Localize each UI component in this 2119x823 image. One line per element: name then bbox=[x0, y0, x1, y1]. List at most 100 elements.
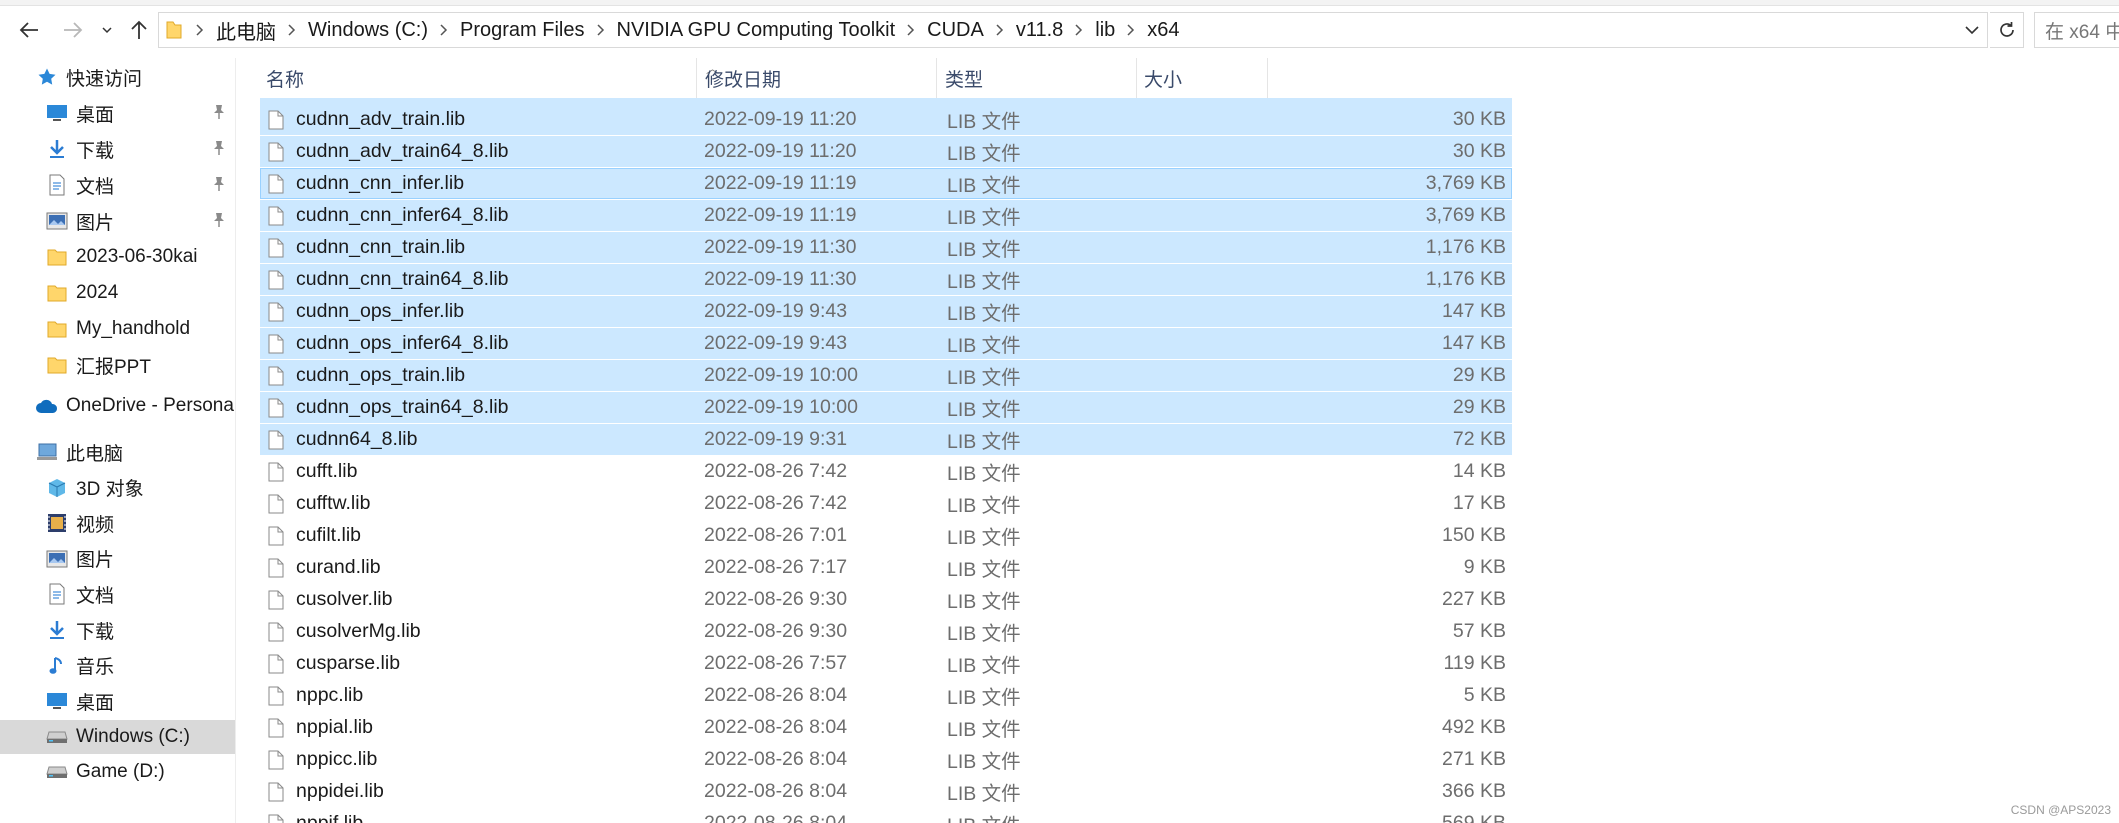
file-row[interactable]: cufftw.lib 2022-08-26 7:42 LIB 文件 17 KB bbox=[260, 488, 1512, 519]
sidebar-item[interactable]: 视频 bbox=[0, 506, 235, 540]
sidebar-item-label: Game (D:) bbox=[76, 761, 165, 783]
drive-icon bbox=[44, 724, 70, 750]
sidebar-item-label: 桌面 bbox=[76, 692, 115, 714]
sidebar-item[interactable]: 2023-06-30kai bbox=[0, 240, 235, 274]
sidebar-item[interactable]: 2024 bbox=[0, 276, 235, 310]
file-row[interactable]: nppif.lib 2022-08-26 8:04 LIB 文件 569 KB bbox=[260, 808, 1512, 823]
sidebar-item[interactable]: 此电脑 bbox=[0, 435, 235, 469]
address-history-button[interactable] bbox=[1957, 13, 1987, 47]
breadcrumb-item[interactable]: x64 bbox=[1142, 19, 1184, 42]
sidebar-item[interactable]: 图片 bbox=[0, 542, 235, 576]
sidebar-item[interactable]: 快速访问 bbox=[0, 60, 235, 94]
pin-icon[interactable] bbox=[212, 140, 226, 162]
sidebar-item[interactable]: 桌面 bbox=[0, 684, 235, 718]
back-button[interactable] bbox=[12, 12, 46, 48]
forward-button[interactable] bbox=[56, 12, 90, 48]
folder-icon bbox=[44, 244, 70, 270]
file-icon bbox=[268, 136, 284, 167]
file-icon bbox=[268, 424, 284, 455]
breadcrumb-separator-icon[interactable] bbox=[989, 24, 1011, 36]
sidebar-item[interactable]: 下载 bbox=[0, 613, 235, 647]
breadcrumb-separator-icon[interactable] bbox=[433, 24, 455, 36]
file-name: cudnn_ops_train.lib bbox=[296, 364, 466, 386]
sidebar-item-label: 文档 bbox=[76, 585, 115, 607]
breadcrumb-separator-icon[interactable] bbox=[281, 24, 303, 36]
column-header-size[interactable]: 大小 bbox=[1137, 58, 1268, 98]
file-row[interactable]: cusolver.lib 2022-08-26 9:30 LIB 文件 227 KB bbox=[260, 584, 1512, 615]
file-row[interactable]: cusolverMg.lib 2022-08-26 9:30 LIB 文件 57 KB bbox=[260, 616, 1512, 647]
file-row[interactable]: nppidei.lib 2022-08-26 8:04 LIB 文件 366 KB bbox=[260, 776, 1512, 807]
column-header-type[interactable]: 类型 bbox=[937, 58, 1137, 98]
file-name: cudnn_ops_infer.lib bbox=[296, 300, 465, 322]
pin-icon[interactable] bbox=[212, 104, 226, 126]
file-row[interactable]: nppial.lib 2022-08-26 8:04 LIB 文件 492 KB bbox=[260, 712, 1512, 743]
column-header-name[interactable]: 名称 bbox=[260, 58, 697, 98]
breadcrumb-item[interactable]: NVIDIA GPU Computing Toolkit bbox=[612, 19, 901, 42]
sidebar-item-label: 图片 bbox=[76, 550, 115, 572]
breadcrumb-item[interactable]: Program Files bbox=[455, 19, 589, 42]
file-row[interactable]: cufilt.lib 2022-08-26 7:01 LIB 文件 150 KB bbox=[260, 520, 1512, 551]
file-row[interactable]: cudnn_ops_train64_8.lib 2022-09-19 10:00 L… bbox=[260, 392, 1512, 423]
file-row[interactable]: cudnn_cnn_train.lib 2022-09-19 11:30 LIB 文… bbox=[260, 232, 1512, 263]
up-arrow-icon bbox=[131, 20, 147, 39]
file-icon bbox=[268, 680, 284, 711]
cloud-icon bbox=[34, 393, 60, 419]
file-row[interactable]: cudnn_cnn_train64_8.lib 2022-09-19 11:30 L… bbox=[260, 264, 1512, 295]
file-icon bbox=[268, 200, 284, 231]
sidebar-item[interactable]: Windows (C:) bbox=[0, 719, 235, 754]
file-date: 2022-08-26 7:42 bbox=[704, 460, 848, 482]
sidebar-item[interactable]: 文档 bbox=[0, 577, 235, 611]
file-row[interactable]: cudnn64_8.lib 2022-09-19 9:31 LIB 文件 72 KB bbox=[260, 424, 1512, 455]
sidebar-item[interactable]: 音乐 bbox=[0, 649, 235, 683]
address-bar[interactable]: 此电脑 Windows (C:) Program Files NVIDIA GPU C… bbox=[158, 12, 1988, 48]
file-row[interactable]: curand.lib 2022-08-26 7:17 LIB 文件 9 KB bbox=[260, 552, 1512, 583]
file-icon bbox=[268, 392, 284, 423]
breadcrumb-separator-icon[interactable] bbox=[1120, 24, 1142, 36]
file-row[interactable]: cudnn_adv_train64_8.lib 2022-09-19 11:20 L… bbox=[260, 136, 1512, 167]
sidebar-item[interactable]: Game (D:) bbox=[0, 755, 235, 789]
breadcrumb-item[interactable]: 此电脑 bbox=[211, 16, 281, 45]
sidebar-item-label: 2023-06-30kai bbox=[76, 246, 198, 267]
file-row[interactable]: cudnn_cnn_infer64_8.lib 2022-09-19 11:19 L… bbox=[260, 200, 1512, 231]
file-row[interactable]: nppicc.lib 2022-08-26 8:04 LIB 文件 271 KB bbox=[260, 744, 1512, 775]
file-row[interactable]: cufft.lib 2022-08-26 7:42 LIB 文件 14 KB bbox=[260, 456, 1512, 487]
file-size: 1,176 KB bbox=[1425, 268, 1506, 290]
breadcrumb-separator-icon[interactable] bbox=[1068, 24, 1090, 36]
sidebar-item[interactable]: 汇报PPT bbox=[0, 348, 235, 382]
file-row[interactable]: cudnn_adv_train.lib 2022-09-19 11:20 LIB 文… bbox=[260, 104, 1512, 135]
breadcrumb-item[interactable]: v11.8 bbox=[1011, 19, 1068, 42]
file-icon bbox=[268, 776, 284, 807]
file-icon bbox=[268, 648, 284, 679]
sidebar-item[interactable]: 3D 对象 bbox=[0, 471, 235, 505]
navigation-pane: 快速访问 桌面 下载 文档 图片 2023-06-30kai 2024 My_handhold… bbox=[0, 58, 235, 823]
breadcrumb-item[interactable]: lib bbox=[1090, 19, 1120, 42]
up-button[interactable] bbox=[122, 12, 156, 48]
sidebar-item[interactable]: My_handhold bbox=[0, 312, 235, 346]
search-input[interactable]: 在 x64 中搜索 bbox=[2034, 12, 2119, 48]
file-row[interactable]: nppc.lib 2022-08-26 8:04 LIB 文件 5 KB bbox=[260, 680, 1512, 711]
file-size: 30 KB bbox=[1452, 108, 1506, 130]
breadcrumb-separator-icon[interactable] bbox=[900, 24, 922, 36]
recent-locations-button[interactable] bbox=[92, 12, 122, 48]
sidebar-item[interactable]: OneDrive - Persona bbox=[0, 389, 235, 423]
sidebar-item[interactable]: 文档 bbox=[0, 168, 235, 202]
refresh-button[interactable] bbox=[1990, 12, 2024, 48]
file-row[interactable]: cudnn_ops_infer64_8.lib 2022-09-19 9:43 LI… bbox=[260, 328, 1512, 359]
file-type: LIB 文件 bbox=[947, 783, 1021, 805]
file-type: LIB 文件 bbox=[947, 175, 1021, 197]
sidebar-item[interactable]: 图片 bbox=[0, 204, 235, 238]
pin-icon[interactable] bbox=[212, 176, 226, 198]
sidebar-item[interactable]: 下载 bbox=[0, 132, 235, 166]
breadcrumb-separator-icon[interactable] bbox=[189, 24, 211, 36]
pin-icon[interactable] bbox=[212, 212, 226, 234]
file-row[interactable]: cudnn_ops_infer.lib 2022-09-19 9:43 LIB 文件… bbox=[260, 296, 1512, 327]
file-row[interactable]: cudnn_ops_train.lib 2022-09-19 10:00 LIB 文… bbox=[260, 360, 1512, 391]
breadcrumb-item[interactable]: Windows (C:) bbox=[303, 19, 433, 42]
sidebar-item[interactable]: 桌面 bbox=[0, 96, 235, 130]
file-row[interactable]: cusparse.lib 2022-08-26 7:57 LIB 文件 119 KB bbox=[260, 648, 1512, 679]
sidebar-item-label: 下载 bbox=[76, 140, 115, 162]
file-row[interactable]: cudnn_cnn_infer.lib 2022-09-19 11:19 LIB 文… bbox=[260, 168, 1512, 199]
breadcrumb-separator-icon[interactable] bbox=[590, 24, 612, 36]
column-header-date[interactable]: 修改日期 bbox=[697, 58, 937, 98]
breadcrumb-item[interactable]: CUDA bbox=[922, 19, 989, 42]
